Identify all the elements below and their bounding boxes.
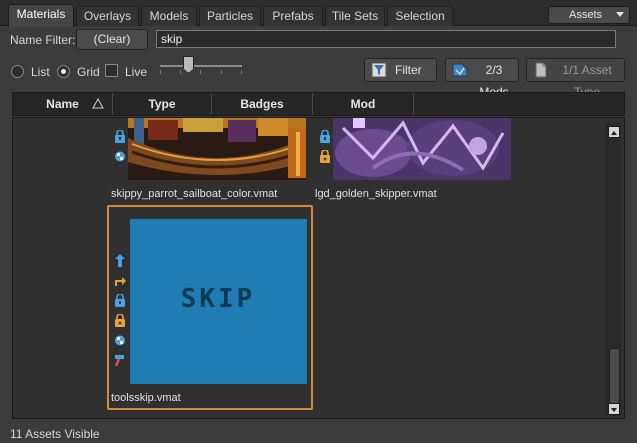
padlock-icon xyxy=(115,314,125,327)
list-view-radio[interactable] xyxy=(11,65,24,78)
zoom-slider-handle[interactable] xyxy=(183,56,194,73)
golden-skipper-texture-image xyxy=(333,118,511,180)
live-label: Live xyxy=(125,65,148,79)
padlock-icon xyxy=(320,150,330,163)
asset-name: toolsskip.vmat xyxy=(111,392,181,404)
clear-filter-button[interactable]: (Clear) xyxy=(76,29,148,50)
filter-button-label: Filter xyxy=(395,63,422,77)
asset-thumbnail[interactable]: SKIP xyxy=(130,219,307,384)
chevron-down-icon xyxy=(616,12,624,17)
assets-visible-count: 11 Assets Visible xyxy=(10,427,100,441)
tab-models[interactable]: Models xyxy=(141,6,197,26)
tab-particles[interactable]: Particles xyxy=(199,6,261,26)
sailboat-texture-image xyxy=(128,118,306,180)
funnel-icon xyxy=(371,62,387,78)
assets-dropdown[interactable]: Assets xyxy=(548,6,630,24)
lock-icon xyxy=(115,294,125,307)
column-header-type[interactable]: Type xyxy=(113,93,212,115)
document-icon xyxy=(535,62,547,78)
slider-tick xyxy=(221,70,222,74)
filter-button[interactable]: Filter xyxy=(364,58,437,82)
skip-texture-image: SKIP xyxy=(130,219,307,384)
assets-dropdown-label: Assets xyxy=(569,9,603,21)
slider-tick xyxy=(241,70,242,74)
mods-icon xyxy=(452,63,468,77)
arrow-up-icon xyxy=(611,131,617,135)
scrollbar-thumb[interactable] xyxy=(609,348,620,404)
vertical-scrollbar[interactable] xyxy=(606,123,621,416)
dependency-icon xyxy=(115,335,125,346)
column-header-mod[interactable]: Mod xyxy=(313,93,414,115)
asset-thumbnail[interactable] xyxy=(333,118,511,180)
column-header: Name Type Badges Mod xyxy=(12,92,625,116)
tab-tile-sets[interactable]: Tile Sets xyxy=(325,6,385,26)
redirect-icon xyxy=(115,277,126,286)
lock-icon xyxy=(115,130,125,143)
scroll-down-button[interactable] xyxy=(608,403,620,415)
sort-ascending-icon xyxy=(92,98,104,109)
asset-type-button[interactable]: 1/1 Asset Type xyxy=(526,58,625,99)
skip-thumbnail-text: SKIP xyxy=(181,284,256,314)
live-checkbox[interactable] xyxy=(105,64,118,77)
mods-button[interactable]: 2/3 Mods xyxy=(445,58,519,99)
tab-selection[interactable]: Selection xyxy=(387,6,453,26)
hammer-icon xyxy=(114,355,124,367)
list-view-label: List xyxy=(31,65,50,79)
grid-view-radio[interactable] xyxy=(57,65,70,78)
tab-bar: Materials Overlays Models Particles Pref… xyxy=(0,0,637,27)
slider-tick xyxy=(180,70,181,74)
asset-name: skippy_parrot_sailboat_color.vmat xyxy=(111,188,278,200)
column-name-label: Name xyxy=(46,97,79,111)
dependency-icon xyxy=(115,151,125,162)
arrow-down-icon xyxy=(611,408,617,412)
asset-thumbnail[interactable] xyxy=(128,118,306,180)
grid-view-label: Grid xyxy=(77,65,100,79)
lock-icon xyxy=(320,130,330,143)
asset-grid: skippy_parrot_sailboat_color.vmat lgd_go… xyxy=(12,117,625,419)
scroll-up-button[interactable] xyxy=(608,126,620,138)
slider-tick xyxy=(200,70,201,74)
tab-materials[interactable]: Materials xyxy=(8,4,74,27)
name-filter-input[interactable] xyxy=(156,30,616,48)
tab-overlays[interactable]: Overlays xyxy=(76,6,139,26)
name-filter-label: Name Filter: xyxy=(10,33,76,47)
slider-tick xyxy=(160,70,161,74)
asset-name: lgd_golden_skipper.vmat xyxy=(315,188,437,200)
column-header-badges[interactable]: Badges xyxy=(212,93,313,115)
upload-icon xyxy=(115,254,125,267)
zoom-slider-track[interactable] xyxy=(160,65,242,67)
tab-prefabs[interactable]: Prefabs xyxy=(263,6,323,26)
